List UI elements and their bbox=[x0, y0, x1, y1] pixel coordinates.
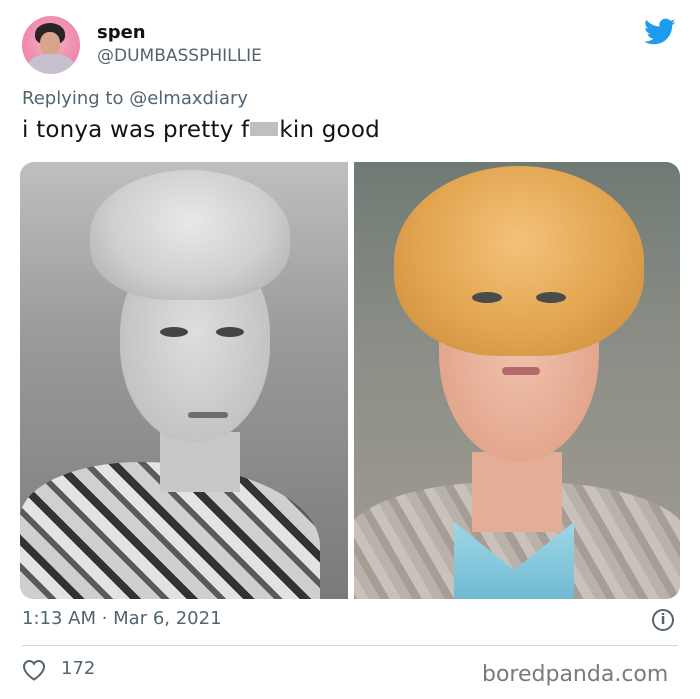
watermark: boredpanda.com bbox=[482, 662, 669, 687]
tweet-text-after: kin good bbox=[279, 117, 380, 143]
censor-bar bbox=[250, 122, 279, 136]
tweet-text: i tonya was pretty f kin good bbox=[22, 117, 380, 143]
photo-right[interactable] bbox=[354, 162, 680, 599]
display-name[interactable]: spen bbox=[97, 22, 146, 43]
heart-icon[interactable] bbox=[22, 659, 46, 681]
photo-left[interactable] bbox=[20, 162, 348, 599]
media-grid bbox=[20, 162, 680, 599]
replying-prefix: Replying to bbox=[22, 88, 124, 109]
tweet-text-before: i tonya was pretty f bbox=[22, 117, 250, 143]
replying-to: Replying to @elmaxdiary bbox=[22, 88, 248, 109]
user-handle[interactable]: @DUMBASSPHILLIE bbox=[97, 46, 262, 66]
twitter-bird-icon bbox=[644, 18, 676, 45]
info-icon[interactable]: i bbox=[652, 609, 674, 631]
tweet-card: spen @DUMBASSPHILLIE Replying to @elmaxd… bbox=[0, 0, 700, 699]
reply-mention-link[interactable]: @elmaxdiary bbox=[129, 88, 248, 109]
divider bbox=[22, 645, 678, 646]
avatar[interactable] bbox=[22, 16, 80, 74]
tweet-timestamp[interactable]: 1:13 AM · Mar 6, 2021 bbox=[22, 608, 222, 629]
like-count[interactable]: 172 bbox=[61, 658, 95, 679]
